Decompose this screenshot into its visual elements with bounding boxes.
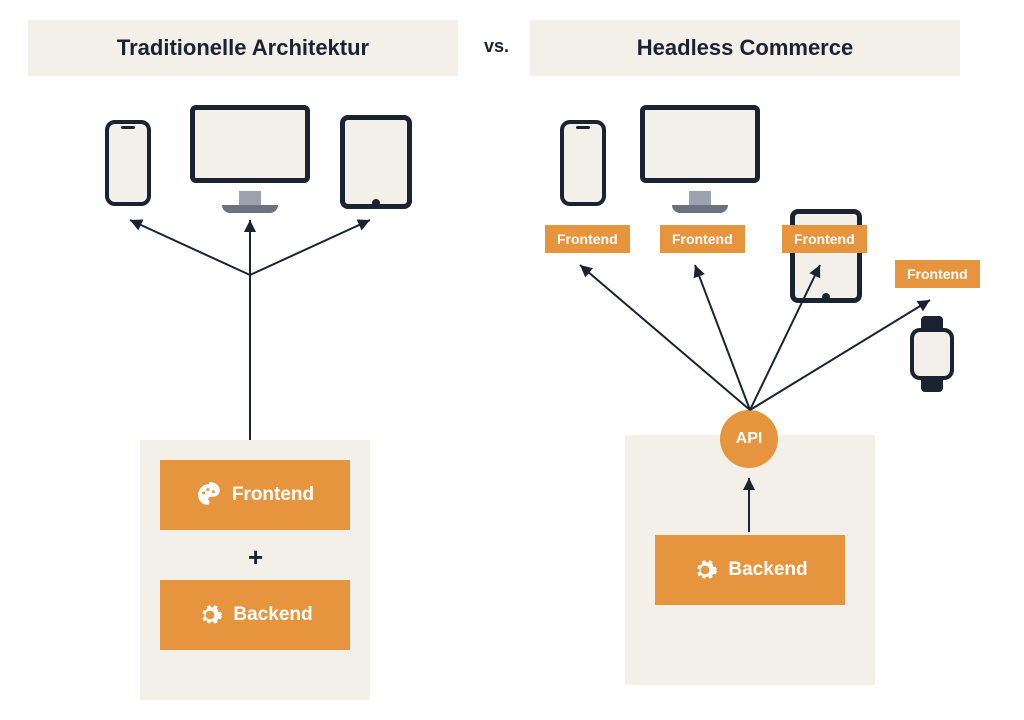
- header-left: Traditionelle Architektur: [28, 20, 458, 76]
- title-headless: Headless Commerce: [637, 35, 853, 61]
- vs-label: vs.: [484, 36, 509, 57]
- arrows-left: [80, 215, 400, 455]
- palette-icon: [196, 482, 222, 508]
- backend-box-right-label: Backend: [728, 559, 807, 581]
- api-node: API: [720, 410, 778, 468]
- frontend-badge: Frontend: [782, 225, 867, 253]
- watch-icon: [910, 328, 954, 380]
- phone-icon: [105, 120, 151, 206]
- frontend-box: Frontend: [160, 460, 350, 530]
- frontend-badge: Frontend: [545, 225, 630, 253]
- frontend-badge: Frontend: [895, 260, 980, 288]
- gear-icon: [692, 557, 718, 583]
- monitor-icon: [190, 105, 310, 183]
- header-right: Headless Commerce: [530, 20, 960, 76]
- phone-icon: [560, 120, 606, 206]
- monitor-icon: [640, 105, 760, 183]
- backend-box-left-label: Backend: [233, 604, 312, 626]
- frontend-box-label: Frontend: [232, 484, 314, 506]
- backend-box-right: Backend: [655, 535, 845, 605]
- frontend-badge: Frontend: [660, 225, 745, 253]
- tablet-icon: [790, 209, 862, 303]
- tablet-icon: [340, 115, 412, 209]
- title-traditional: Traditionelle Architektur: [117, 35, 369, 61]
- gear-icon: [197, 602, 223, 628]
- plus-symbol: +: [248, 542, 263, 573]
- backend-box-left: Backend: [160, 580, 350, 650]
